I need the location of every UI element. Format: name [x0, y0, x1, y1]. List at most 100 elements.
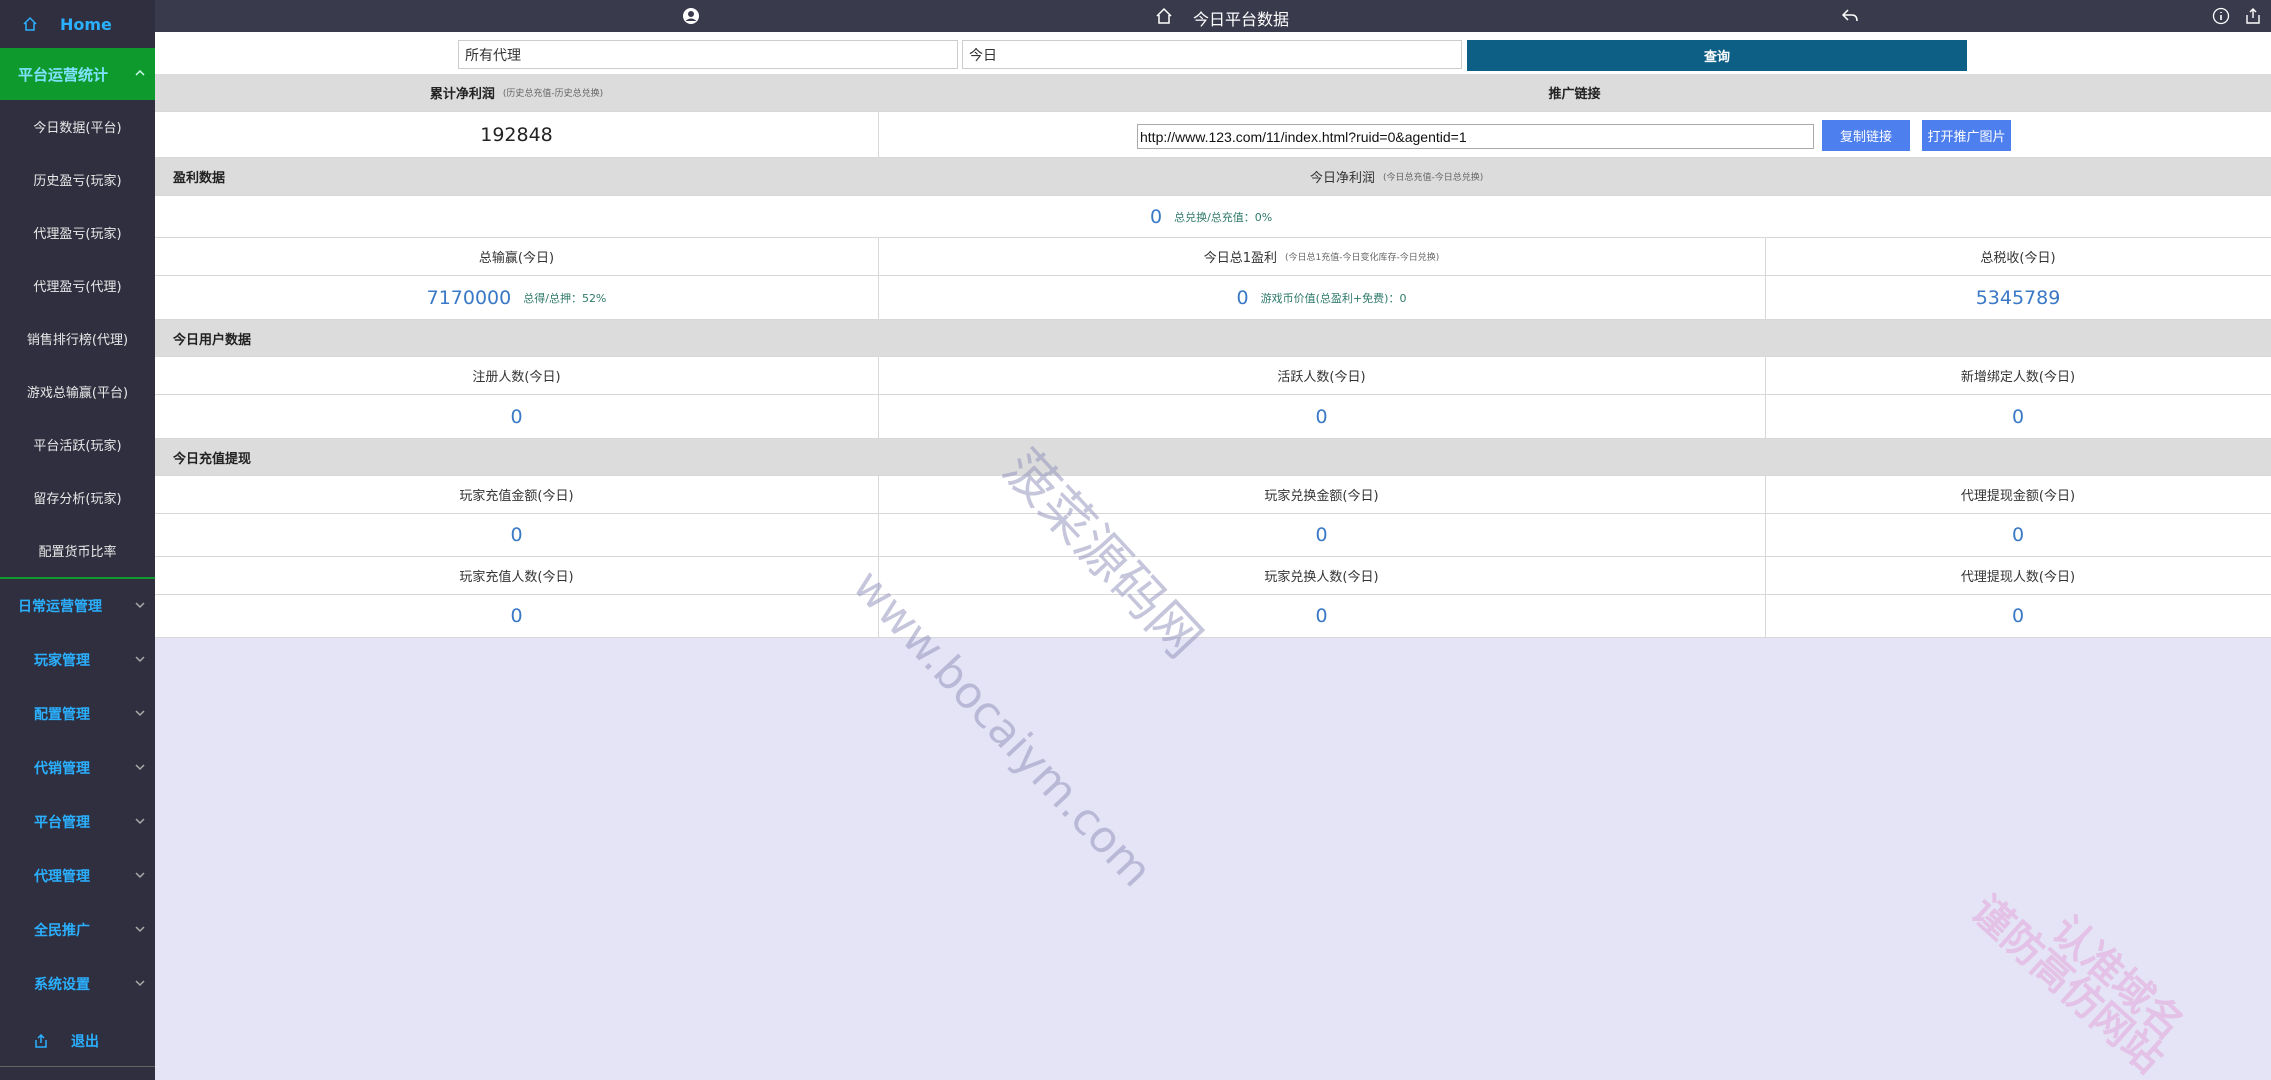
profit-section-title: 盈利数据 [173, 171, 226, 186]
agent-withdraw-amount-label: 代理提现金额(今日) [1960, 489, 2076, 504]
info-icon[interactable] [2212, 7, 2230, 29]
chevron-down-icon [135, 978, 145, 988]
player-exchange-amount-value: 0 [1315, 524, 1328, 546]
sidebar-group-platform[interactable]: 平台管理 [0, 795, 155, 849]
watermark-slogan: 认准域名 [2042, 907, 2193, 1049]
recharge-amount-values-row: 0 0 0 [155, 514, 2271, 557]
summary-header-row: 累计净利润 (历史总充值-历史总兑换) 推广链接 [155, 74, 2271, 112]
player-exchange-amount-label: 玩家兑换金额(今日) [1264, 489, 1379, 504]
logout-label: 退出 [71, 1033, 99, 1050]
sidebar-item-label: 代理盈亏(玩家) [33, 227, 122, 242]
logout-icon [35, 1033, 47, 1048]
today-net-label: 今日净利润 [1310, 171, 1376, 186]
total-profit-note: (今日总1充值-今日变化库存-今日兑换) [1285, 253, 1440, 263]
sidebar-item-history-pnl-player[interactable]: 历史盈亏(玩家) [0, 153, 155, 206]
filter-bar: 查询 [155, 32, 2271, 74]
top-bar: 今日平台数据 [155, 0, 2271, 32]
bind-count-label: 新增绑定人数(今日) [1960, 370, 2076, 385]
bind-count-value: 0 [2011, 405, 2025, 428]
sidebar-item-label: 配置货币比率 [38, 545, 117, 560]
today-net-note: (今日总充值-今日总兑换) [1383, 173, 1484, 183]
sidebar-group-daily-ops[interactable]: 日常运营管理 [0, 579, 155, 633]
today-net-ratio: 总兑换/总充值：0% [1174, 210, 1273, 224]
sidebar-item-label: 平台活跃(玩家) [33, 439, 122, 454]
today-net-row: 0 总兑换/总充值：0% [155, 196, 2271, 238]
sidebar-item-today-data[interactable]: 今日数据(平台) [0, 100, 155, 153]
profit-values-row: 7170000 总得/总押：52% 0 游戏币价值(总盈利+免费)：0 5345… [155, 276, 2271, 320]
promo-link-label: 推广链接 [1548, 87, 1601, 102]
cum-profit-note: (历史总充值-历史总兑换) [502, 89, 604, 99]
chevron-down-icon [135, 762, 145, 772]
sidebar-item-agent-pnl-agent[interactable]: 代理盈亏(代理) [0, 259, 155, 312]
total-profit-label: 今日总1盈利 [1203, 251, 1278, 266]
query-button[interactable]: 查询 [1467, 40, 1967, 71]
sidebar-item-retention[interactable]: 留存分析(玩家) [0, 471, 155, 524]
summary-value-row: 192848 复制链接 打开推广图片 [155, 112, 2271, 158]
sidebar-item-sales-ranking[interactable]: 销售排行榜(代理) [0, 312, 155, 365]
sidebar-group-label: 配置管理 [34, 707, 90, 723]
player-recharge-count-value: 0 [510, 605, 523, 627]
player-recharge-count-label: 玩家充值人数(今日) [459, 570, 574, 585]
sidebar-group-label: 玩家管理 [34, 653, 90, 669]
total-profit-extra: 游戏币价值(总盈利+免费)：0 [1260, 291, 1407, 305]
agent-select[interactable] [458, 40, 958, 69]
agent-withdraw-count-value: 0 [2011, 605, 2025, 627]
recharge-count-values-row: 0 0 0 [155, 595, 2271, 638]
recharge-header-row: 今日充值提现 [155, 439, 2271, 476]
total-tax-label: 总税收(今日) [1980, 251, 2056, 266]
recharge-amount-labels-row: 玩家充值金额(今日) 玩家兑换金额(今日) 代理提现金额(今日) [155, 476, 2271, 514]
sidebar-group-label: 代理管理 [34, 869, 90, 885]
sidebar-item-platform-active[interactable]: 平台活跃(玩家) [0, 418, 155, 471]
promo-url-input[interactable] [1137, 124, 1814, 149]
sidebar-item-label: 游戏总输赢(平台) [26, 386, 129, 401]
sidebar-item-label: 销售排行榜(代理) [26, 333, 129, 348]
sidebar-item-label: 今日数据(平台) [33, 121, 122, 136]
back-icon[interactable] [1840, 7, 1860, 29]
sidebar-group-label: 平台运营统计 [18, 65, 109, 84]
sidebar-item-label: 历史盈亏(玩家) [33, 174, 122, 189]
sidebar-group-label: 全民推广 [34, 923, 90, 939]
chevron-down-icon [135, 600, 145, 610]
total-profit-value: 0 [1236, 286, 1249, 309]
player-recharge-amount-label: 玩家充值金额(今日) [459, 489, 574, 504]
sidebar-group-label: 系统设置 [34, 977, 90, 993]
user-labels-row: 注册人数(今日) 活跃人数(今日) 新增绑定人数(今日) [155, 357, 2271, 395]
cum-profit-label: 累计净利润 [429, 87, 495, 102]
share-icon[interactable] [2245, 7, 2261, 29]
chevron-down-icon [135, 870, 145, 880]
total-winlose-ratio: 总得/总押：52% [523, 291, 607, 305]
sidebar-group-promotion[interactable]: 全民推广 [0, 903, 155, 957]
home-icon [23, 16, 37, 31]
sidebar-group-consign[interactable]: 代销管理 [0, 741, 155, 795]
copy-link-button[interactable]: 复制链接 [1822, 120, 1910, 151]
home-icon[interactable] [1155, 7, 1173, 29]
sidebar-group-label: 平台管理 [34, 815, 90, 831]
player-exchange-count-value: 0 [1315, 605, 1328, 627]
agent-withdraw-count-label: 代理提现人数(今日) [1960, 570, 2076, 585]
user-icon[interactable] [682, 7, 700, 29]
total-tax-value: 5345789 [1975, 286, 2061, 309]
profit-header-row: 盈利数据 今日净利润 (今日总充值-今日总兑换) [155, 158, 2271, 196]
recharge-count-labels-row: 玩家充值人数(今日) 玩家兑换人数(今日) 代理提现人数(今日) [155, 557, 2271, 595]
chevron-down-icon [135, 708, 145, 718]
sidebar-item-agent-pnl-player[interactable]: 代理盈亏(玩家) [0, 206, 155, 259]
logout-button[interactable]: 退出 [0, 1015, 155, 1067]
sidebar-group-config[interactable]: 配置管理 [0, 687, 155, 741]
sidebar-item-game-winlose[interactable]: 游戏总输赢(平台) [0, 365, 155, 418]
sidebar-group-system[interactable]: 系统设置 [0, 957, 155, 1011]
sidebar-home[interactable]: Home [0, 0, 155, 48]
sidebar-group-agents[interactable]: 代理管理 [0, 849, 155, 903]
total-winlose-label: 总输赢(今日) [478, 251, 555, 266]
reg-count-value: 0 [510, 405, 523, 428]
sidebar-group-label: 日常运营管理 [18, 599, 102, 615]
agent-withdraw-amount-value: 0 [2011, 524, 2025, 546]
sidebar-group-platform-stats[interactable]: 平台运营统计 [0, 48, 155, 100]
sidebar-item-currency-ratio[interactable]: 配置货币比率 [0, 524, 155, 577]
cum-profit-value: 192848 [480, 123, 553, 146]
date-select[interactable] [962, 40, 1462, 69]
chevron-up-icon [135, 68, 145, 78]
open-promo-image-button[interactable]: 打开推广图片 [1922, 120, 2011, 151]
active-count-label: 活跃人数(今日) [1277, 370, 1366, 385]
sidebar-group-players[interactable]: 玩家管理 [0, 633, 155, 687]
active-count-value: 0 [1315, 405, 1328, 428]
